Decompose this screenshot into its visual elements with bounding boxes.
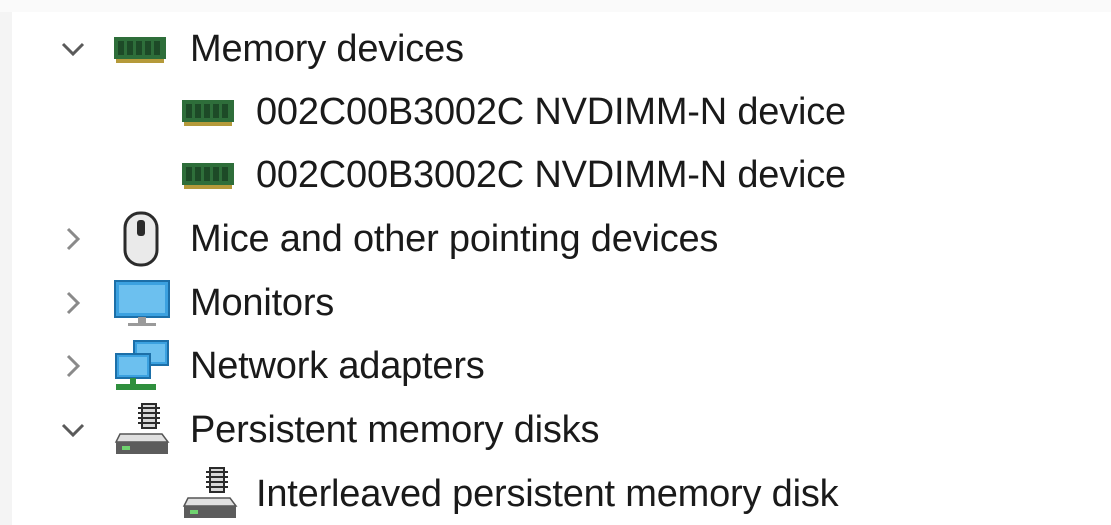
tree-top-margin bbox=[0, 0, 1111, 12]
tree-node-label: 002C00B3002C NVDIMM-N device bbox=[256, 90, 846, 133]
chevron-down-icon[interactable] bbox=[58, 415, 88, 445]
mouse-icon bbox=[118, 210, 164, 268]
tree-node-label: Mice and other pointing devices bbox=[190, 217, 719, 260]
chevron-down-icon[interactable] bbox=[58, 34, 88, 64]
persistent-memory-disk-icon bbox=[182, 466, 238, 522]
tree-node-mice[interactable]: Mice and other pointing devices bbox=[0, 207, 1111, 270]
tree-node-persistent-memory-disks[interactable]: Persistent memory disks bbox=[0, 398, 1111, 461]
tree-node-label: Persistent memory disks bbox=[190, 408, 600, 451]
chevron-right-icon[interactable] bbox=[58, 224, 88, 254]
tree-node-nvdimm-device[interactable]: 002C00B3002C NVDIMM-N device bbox=[0, 143, 1111, 206]
tree-node-label: Network adapters bbox=[190, 344, 485, 387]
memory-module-icon bbox=[180, 94, 236, 130]
chevron-right-icon[interactable] bbox=[58, 288, 88, 318]
tree-node-nvdimm-device[interactable]: 002C00B3002C NVDIMM-N device bbox=[0, 80, 1111, 143]
tree-node-interleaved-disk[interactable]: Interleaved persistent memory disk bbox=[0, 462, 1111, 525]
tree-node-label: 002C00B3002C NVDIMM-N device bbox=[256, 153, 846, 196]
tree-node-memory-devices[interactable]: Memory devices bbox=[0, 17, 1111, 80]
tree-node-label: Interleaved persistent memory disk bbox=[256, 472, 839, 515]
device-tree: Memory devices 002C00B3002C NVDIMM-N dev… bbox=[0, 0, 1111, 525]
monitor-icon bbox=[112, 278, 172, 328]
memory-module-icon bbox=[112, 31, 168, 67]
tree-node-network-adapters[interactable]: Network adapters bbox=[0, 334, 1111, 397]
tree-node-label: Memory devices bbox=[190, 27, 464, 70]
tree-node-monitors[interactable]: Monitors bbox=[0, 271, 1111, 334]
memory-module-icon bbox=[180, 157, 236, 193]
tree-node-label: Monitors bbox=[190, 281, 335, 324]
chevron-right-icon[interactable] bbox=[58, 351, 88, 381]
persistent-memory-disk-icon bbox=[114, 402, 170, 458]
network-adapter-icon bbox=[112, 338, 172, 394]
